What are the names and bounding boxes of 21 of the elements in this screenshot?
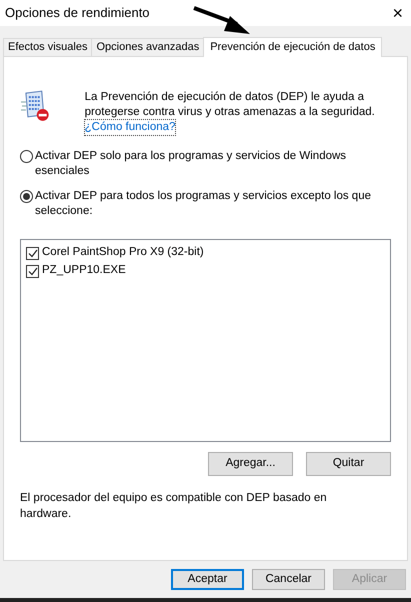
hardware-note: El procesador del equipo es compatible con DEP basado en hardware. (20, 491, 328, 522)
close-button[interactable]: × (392, 4, 403, 22)
arrow-icon (192, 4, 252, 36)
binary-document-icon (20, 90, 50, 122)
list-button[interactable]: Quitar (306, 452, 391, 476)
checkbox[interactable] (26, 246, 39, 260)
radio-button[interactable] (20, 190, 33, 203)
program-name: PZ_UPP10.EXE (42, 263, 126, 278)
intro-text: La Prevención de ejecución de datos (DEP) le ayuda a protegerse contra virus y otras amenazas a la seguridad. (84, 90, 376, 120)
tab[interactable]: Efectos visuales (3, 38, 92, 56)
dialog-button[interactable]: Aceptar (171, 569, 244, 590)
radio-label: Activar DEP para todos los programas y servicios excepto los que seleccione: (35, 189, 372, 219)
how-it-works-link[interactable]: ¿Cómo funciona? (84, 120, 176, 135)
tab[interactable]: Prevención de ejecución de datos (203, 37, 382, 57)
radio-button[interactable] (20, 150, 33, 163)
list-button[interactable]: Agregar... (208, 452, 293, 476)
window-title: Opciones de rendimiento (5, 4, 150, 22)
checkbox[interactable] (26, 264, 39, 278)
dialog-button[interactable]: Cancelar (252, 569, 325, 590)
radio-label: Activar DEP solo para los programas y servicios de Windows esenciales (35, 149, 348, 179)
program-name: Corel PaintShop Pro X9 (32-bit) (42, 245, 204, 260)
